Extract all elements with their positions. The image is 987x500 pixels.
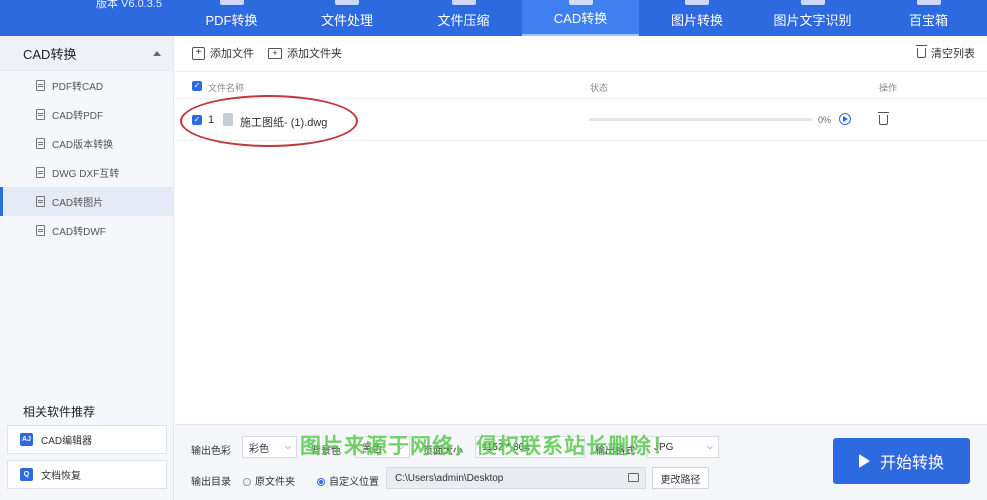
watermark-text: 图片来源于网络，侵权联系站长删除！: [300, 435, 674, 458]
play-icon[interactable]: [839, 113, 851, 125]
dir-custom-option[interactable]: 自定义位置: [317, 473, 379, 488]
sidebar-item-cad-to-pdf[interactable]: CAD转PDF: [0, 100, 173, 129]
chevron-up-icon: [153, 50, 161, 56]
sidebar-item-cad-to-dwf[interactable]: CAD转DWF: [0, 216, 173, 245]
tab-pdf-convert[interactable]: PDF转换: [174, 0, 289, 36]
sidebar-item-dwg-dxf[interactable]: DWG DXF互转: [0, 158, 173, 187]
progress-text: 0%: [818, 115, 832, 125]
document-icon: [36, 109, 45, 120]
sidebar-item-cad-to-image[interactable]: CAD转图片: [0, 187, 173, 216]
add-folder-button[interactable]: + 添加文件夹: [268, 45, 342, 61]
top-nav-bar: 版本 V6.0.3.5 PDF转换 文件处理 文件压缩 CAD转换 图片转换 图…: [0, 0, 987, 36]
tab-file-processing[interactable]: 文件处理: [289, 0, 405, 36]
tab-file-compress[interactable]: 文件压缩: [405, 0, 522, 36]
document-icon: [36, 80, 45, 91]
tab-icon: [568, 0, 593, 5]
start-convert-button[interactable]: 开始转换: [833, 438, 970, 484]
select-all-checkbox[interactable]: ✓: [192, 81, 202, 91]
add-folder-icon: +: [268, 47, 282, 59]
tab-icon: [685, 0, 709, 5]
add-file-button[interactable]: + 添加文件: [192, 45, 254, 61]
change-path-button[interactable]: 更改路径: [652, 467, 709, 489]
doc-recovery-icon: Q: [20, 468, 33, 481]
clear-list-button[interactable]: 清空列表: [916, 45, 975, 61]
tab-icon: [916, 0, 941, 5]
tab-icon: [335, 0, 359, 5]
recommend-title: 相关软件推荐: [23, 405, 96, 419]
chevron-down-icon: ⌵: [706, 442, 713, 451]
progress-bar: [589, 118, 812, 121]
version-label: 版本 V6.0.3.5: [96, 0, 163, 10]
document-icon: [36, 138, 45, 149]
output-path-field[interactable]: C:\Users\admin\Desktop: [386, 467, 646, 489]
document-icon: [36, 167, 45, 178]
header-status: 状态: [590, 83, 609, 93]
add-file-icon: +: [192, 46, 205, 60]
radio-button-selected[interactable]: [317, 478, 325, 487]
folder-icon[interactable]: [628, 473, 639, 482]
delete-row-icon[interactable]: [878, 112, 889, 125]
recommend-doc-recovery[interactable]: Q 文档恢复: [7, 460, 167, 489]
image-icon: [36, 196, 45, 207]
trash-icon: [916, 45, 927, 58]
sidebar-item-cad-version[interactable]: CAD版本转换: [0, 129, 173, 158]
header-action: 操作: [879, 83, 898, 93]
annotation-oval: [180, 95, 358, 147]
document-icon: [36, 225, 45, 236]
dir-original-option[interactable]: 原文件夹: [243, 473, 295, 488]
table-header: ✓ 文件名称 状态 操作: [175, 71, 987, 99]
cad-editor-icon: AJ: [20, 433, 33, 446]
tab-icon: [451, 0, 476, 5]
sidebar: CAD转换 PDF转CAD CAD转PDF CAD版本转换 DWG DXF互转 …: [0, 36, 174, 500]
tab-toolbox[interactable]: 百宝箱: [870, 0, 987, 36]
sidebar-header-cad[interactable]: CAD转换: [0, 36, 173, 71]
sidebar-item-pdf-to-cad[interactable]: PDF转CAD: [0, 71, 173, 100]
tab-cad-convert[interactable]: CAD转换: [522, 0, 639, 36]
color-label: 输出色彩: [191, 446, 231, 457]
play-icon: [858, 454, 870, 468]
dir-label: 输出目录: [191, 477, 231, 488]
tab-image-ocr[interactable]: 图片文字识别: [755, 0, 870, 36]
header-file-name: 文件名称: [208, 83, 245, 93]
tab-icon: [800, 0, 825, 5]
recommend-cad-editor[interactable]: AJ CAD编辑器: [7, 425, 167, 454]
color-select[interactable]: 彩色 ⌵: [242, 436, 297, 458]
tab-image-convert[interactable]: 图片转换: [639, 0, 755, 36]
tab-icon: [219, 0, 244, 5]
radio-button[interactable]: [243, 478, 251, 487]
chevron-down-icon: ⌵: [284, 442, 291, 451]
